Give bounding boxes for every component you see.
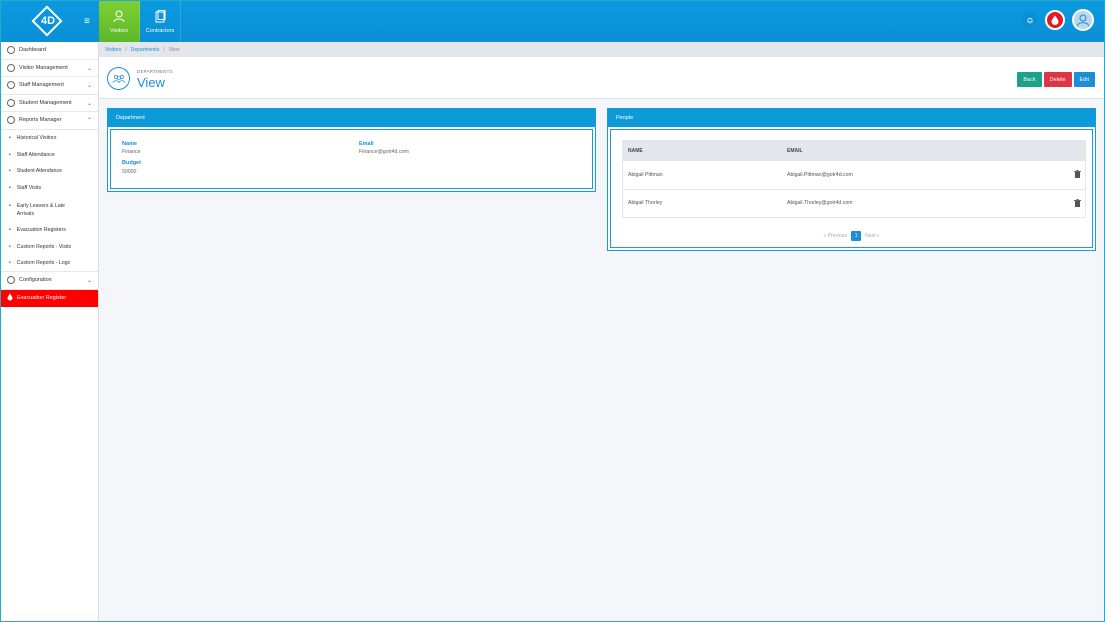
sidebar-subitem-staff-attendance[interactable]: • Staff Attendance <box>1 146 98 163</box>
sidebar-subitem-label: Custom Reports - Visits <box>16 243 72 250</box>
chevron-down-icon: ⌄ <box>86 278 92 285</box>
column-header-email[interactable]: EMAIL <box>787 148 1047 154</box>
pagination-next[interactable]: Next » <box>865 233 879 239</box>
chevron-up-icon: ⌃ <box>86 118 92 124</box>
sidebar-subitem-staff-visits[interactable]: • Staff Visits <box>1 180 98 197</box>
sidebar-item-label: Staff Management <box>19 82 64 89</box>
column-header-name[interactable]: NAME <box>623 148 787 154</box>
drop-icon <box>7 293 13 303</box>
pagination: « Previous 1 Next » <box>611 231 1092 241</box>
sidebar-item-evacuation-register[interactable]: Evacuation Register <box>1 289 98 308</box>
top-bar: 4D ≡ Visitors Contractors <box>1 1 1104 42</box>
sidebar-subitem-label: Evacuation Registers <box>16 227 66 234</box>
name-value: Finance <box>122 149 141 155</box>
sidebar-item-label: Student Management <box>19 99 72 106</box>
page-title: View <box>137 75 165 90</box>
budget-label: Budget <box>122 160 141 166</box>
people-table: NAME EMAIL Abigail Pittman Abigail.Pittm… <box>622 140 1086 218</box>
sidebar-subitem-custom-reports-logs[interactable]: • Custom Reports - Logs <box>1 255 98 273</box>
panel-title: People <box>608 109 1095 127</box>
name-label: Name <box>122 141 137 147</box>
gear-icon <box>7 276 15 285</box>
page-header: DEPARTMENTS View Back Delete Edit <box>99 57 1104 99</box>
tab-visitors-label: Visitors <box>110 27 128 34</box>
sidebar-subitem-label: Custom Reports - Logs <box>16 260 71 267</box>
email-label: Email <box>359 141 374 147</box>
person-name: Abigail Thorley <box>628 200 663 207</box>
back-button[interactable]: Back <box>1017 72 1042 87</box>
sidebar-item-label: Configuration <box>19 277 52 284</box>
sidebar-subitem-label: Early Leavers & Late Arrivals <box>16 202 65 217</box>
sidebar: Dashboard Visitor Management ⌄ Staff Man… <box>1 42 99 621</box>
page-section-label: DEPARTMENTS <box>137 69 173 74</box>
breadcrumb-current: View <box>168 46 180 53</box>
tab-visitors[interactable]: Visitors <box>99 1 140 42</box>
sidebar-item-label: Visitor Management <box>19 64 68 71</box>
reports-icon <box>7 116 15 125</box>
sidebar-item-label: Dashboard <box>19 47 46 54</box>
pagination-previous[interactable]: « Previous <box>823 233 847 239</box>
top-nav: Visitors Contractors <box>99 1 181 42</box>
sidebar-item-visitor-management[interactable]: Visitor Management ⌄ <box>1 60 98 77</box>
sidebar-item-dashboard[interactable]: Dashboard <box>1 42 98 60</box>
sidebar-item-staff-management[interactable]: Staff Management ⌄ <box>1 77 98 95</box>
email-value: Finance@gotr4d.com <box>359 149 409 155</box>
sidebar-item-configuration[interactable]: Configuration ⌄ <box>1 272 98 290</box>
trash-icon[interactable] <box>1074 170 1081 180</box>
people-content: NAME EMAIL Abigail Pittman Abigail.Pittm… <box>610 129 1093 248</box>
breadcrumb-visitors[interactable]: Visitors <box>105 47 121 53</box>
sidebar-subitem-label: Staff Attendance <box>16 151 55 158</box>
evacuation-drop-icon[interactable] <box>1045 10 1065 30</box>
chevron-down-icon: ⌄ <box>86 100 92 107</box>
delete-button[interactable]: Delete <box>1043 72 1072 87</box>
person-email: Abigail.Thorley@gotr4d.com <box>787 200 853 207</box>
sidebar-subitem-student-attendance[interactable]: • Student Attendance <box>1 163 98 180</box>
sidebar-subitem-label: Student Attendance <box>16 168 63 175</box>
user-icon <box>7 63 15 72</box>
top-icons <box>1022 9 1094 31</box>
user-icon <box>113 10 125 22</box>
user-avatar-icon[interactable] <box>1072 9 1094 31</box>
departments-icon <box>107 67 130 90</box>
logo-text: 4D <box>40 15 56 27</box>
sidebar-item-reports-manager[interactable]: Reports Manager ⌃ <box>1 112 98 130</box>
student-icon <box>7 98 15 107</box>
table-row[interactable]: Abigail Pittman Abigail.Pittman@gotr4d.c… <box>623 160 1085 189</box>
sidebar-item-label: Reports Manager <box>19 117 62 124</box>
bell-icon[interactable] <box>1022 12 1038 28</box>
table-header: NAME EMAIL <box>623 141 1085 160</box>
edit-button[interactable]: Edit <box>1073 72 1095 87</box>
tab-contractors[interactable]: Contractors <box>140 1 181 42</box>
table-row[interactable]: Abigail Thorley Abigail.Thorley@gotr4d.c… <box>623 188 1085 218</box>
logo-area: 4D ≡ <box>1 1 99 42</box>
panel-title: Department <box>108 109 595 127</box>
breadcrumb: Visitors / Departments / View <box>99 42 1104 57</box>
trash-icon[interactable] <box>1074 198 1081 209</box>
dashboard-icon <box>7 46 15 55</box>
sidebar-subitem-custom-reports-visits[interactable]: • Custom Reports - Visits <box>1 238 98 255</box>
chevron-down-icon: ⌄ <box>86 65 92 72</box>
sidebar-item-label: Evacuation Register <box>17 295 67 302</box>
chevron-down-icon: ⌄ <box>86 83 92 89</box>
action-buttons: Back Delete Edit <box>1017 72 1095 87</box>
hamburger-menu-icon[interactable]: ≡ <box>84 16 90 27</box>
budget-value: 50000 <box>122 169 137 175</box>
sidebar-subitem-historical-visitors[interactable]: • Historical Visitors <box>1 130 98 147</box>
sidebar-subitem-evacuation-registers[interactable]: • Evacuation Registers <box>1 222 98 239</box>
tab-contractors-label: Contractors <box>145 27 175 34</box>
department-panel: Department Name Finance Budget 50000 Ema… <box>107 108 596 192</box>
pagination-page-1[interactable]: 1 <box>851 231 862 241</box>
clipboard-icon <box>155 9 165 22</box>
department-details: Name Finance Budget 50000 Email Finance@… <box>110 129 593 189</box>
sidebar-item-student-management[interactable]: Student Management ⌄ <box>1 95 98 112</box>
id-card-icon <box>7 81 15 90</box>
breadcrumb-departments[interactable]: Departments <box>131 47 160 53</box>
person-name: Abigail Pittman <box>628 171 663 178</box>
sidebar-subitem-early-leavers[interactable]: • Early Leavers & Late Arrivals <box>1 197 98 222</box>
sidebar-subitem-label: Historical Visitors <box>16 134 57 141</box>
sidebar-subitem-label: Staff Visits <box>16 185 42 192</box>
person-email: Abigail.Pittman@gotr4d.com <box>787 171 853 178</box>
people-panel: People NAME EMAIL Abigail Pittman Abigai… <box>607 108 1096 251</box>
